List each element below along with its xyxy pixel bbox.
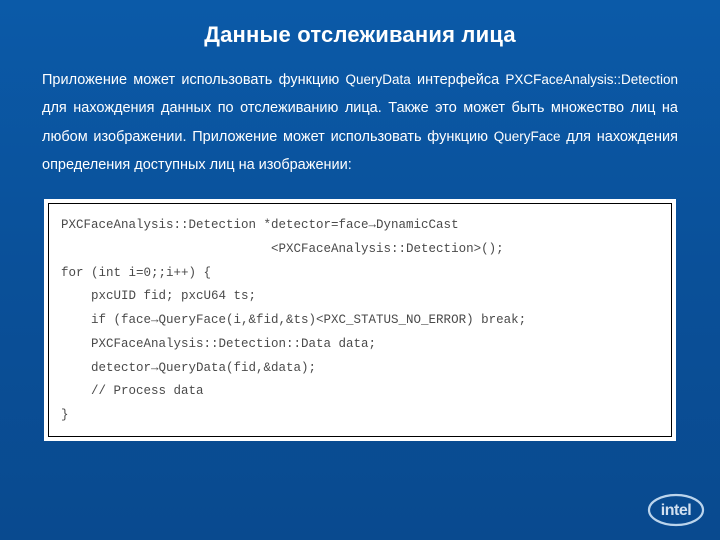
code-container: PXCFaceAnalysis::Detection *detector=fac… (44, 199, 676, 441)
logo-text: intel (661, 502, 691, 519)
api-name-querydata: QueryData (346, 72, 411, 87)
slide-paragraph: Приложение может использовать функцию Qu… (42, 66, 678, 179)
slide-title: Данные отслеживания лица (42, 22, 678, 48)
api-name-queryface: QueryFace (494, 129, 561, 144)
intel-logo-icon: intel (646, 490, 706, 530)
text-fragment: интерфейса (411, 72, 506, 88)
api-name-detection: PXCFaceAnalysis::Detection (505, 72, 678, 87)
code-block: PXCFaceAnalysis::Detection *detector=fac… (48, 203, 672, 437)
slide: Данные отслеживания лица Приложение може… (0, 0, 720, 441)
text-fragment: Приложение может использовать функцию (42, 72, 346, 88)
